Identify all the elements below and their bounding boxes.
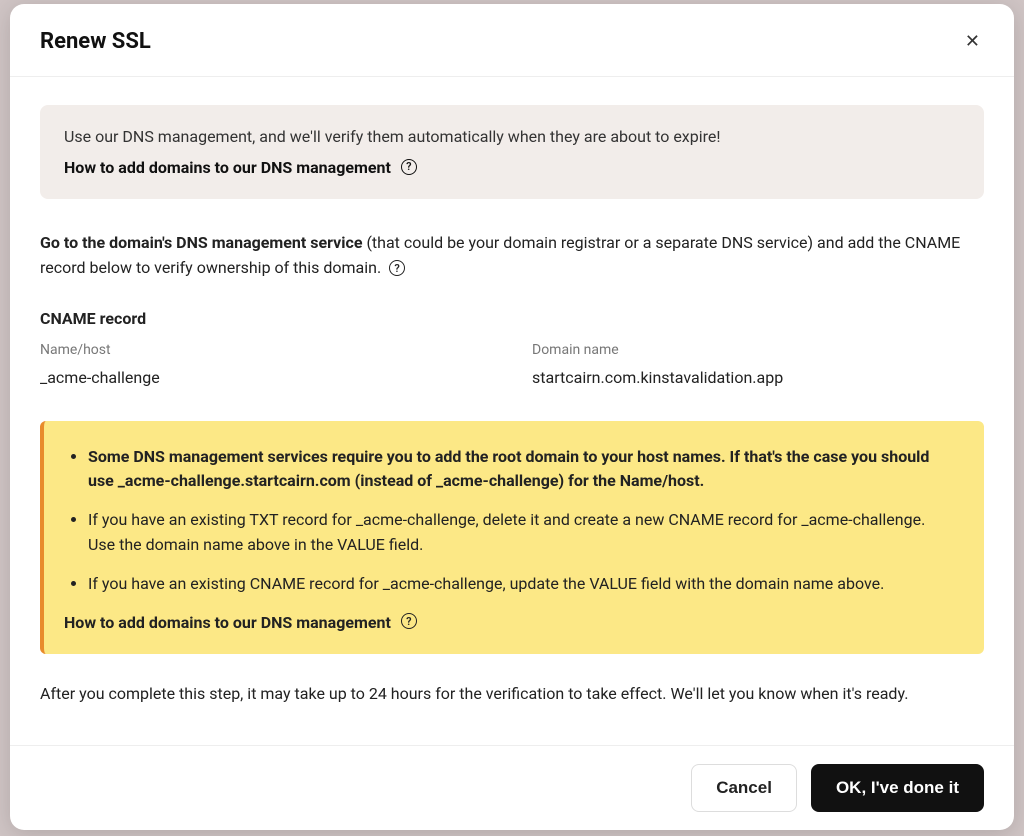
warning-dns-link-text: How to add domains to our DNS management (64, 613, 391, 632)
info-panel-text: Use our DNS management, and we'll verify… (64, 127, 960, 146)
help-icon: ? (401, 159, 417, 175)
cancel-button[interactable]: Cancel (691, 764, 797, 812)
instructions-bold: Go to the domain's DNS management servic… (40, 233, 362, 252)
modal-header: Renew SSL ✕ (10, 4, 1014, 77)
dns-info-panel: Use our DNS management, and we'll verify… (40, 105, 984, 199)
modal-title: Renew SSL (40, 29, 151, 54)
cname-heading: CNAME record (40, 309, 984, 328)
renew-ssl-modal: Renew SSL ✕ Use our DNS management, and … (10, 4, 1014, 830)
warning-item-cname-record: If you have an existing CNAME record for… (88, 572, 956, 597)
warning-item-root-domain: Some DNS management services require you… (88, 445, 956, 495)
cname-record-row: Name/host _acme-challenge Domain name st… (40, 342, 984, 387)
close-button[interactable]: ✕ (961, 28, 984, 54)
instructions-text: Go to the domain's DNS management servic… (40, 231, 984, 281)
warning-list: Some DNS management services require you… (64, 445, 956, 597)
ok-button[interactable]: OK, I've done it (811, 764, 984, 812)
footnote-text: After you complete this step, it may tak… (40, 682, 984, 707)
dns-management-link-text: How to add domains to our DNS management (64, 158, 391, 177)
cname-domain-label: Domain name (532, 342, 984, 358)
close-icon: ✕ (965, 31, 980, 51)
help-icon: ? (401, 613, 417, 629)
warning-dns-link[interactable]: How to add domains to our DNS management… (64, 613, 417, 632)
cname-name-value: _acme-challenge (40, 368, 492, 387)
cname-name-col: Name/host _acme-challenge (40, 342, 492, 387)
modal-body: Use our DNS management, and we'll verify… (10, 77, 1014, 745)
cname-name-label: Name/host (40, 342, 492, 358)
warning-item-txt-record: If you have an existing TXT record for _… (88, 508, 956, 558)
modal-footer: Cancel OK, I've done it (10, 745, 1014, 830)
cname-domain-value: startcairn.com.kinstavalidation.app (532, 368, 984, 387)
dns-management-link[interactable]: How to add domains to our DNS management… (64, 158, 417, 177)
help-icon[interactable]: ? (389, 260, 405, 276)
cname-domain-col: Domain name startcairn.com.kinstavalidat… (532, 342, 984, 387)
warning-panel: Some DNS management services require you… (40, 421, 984, 654)
